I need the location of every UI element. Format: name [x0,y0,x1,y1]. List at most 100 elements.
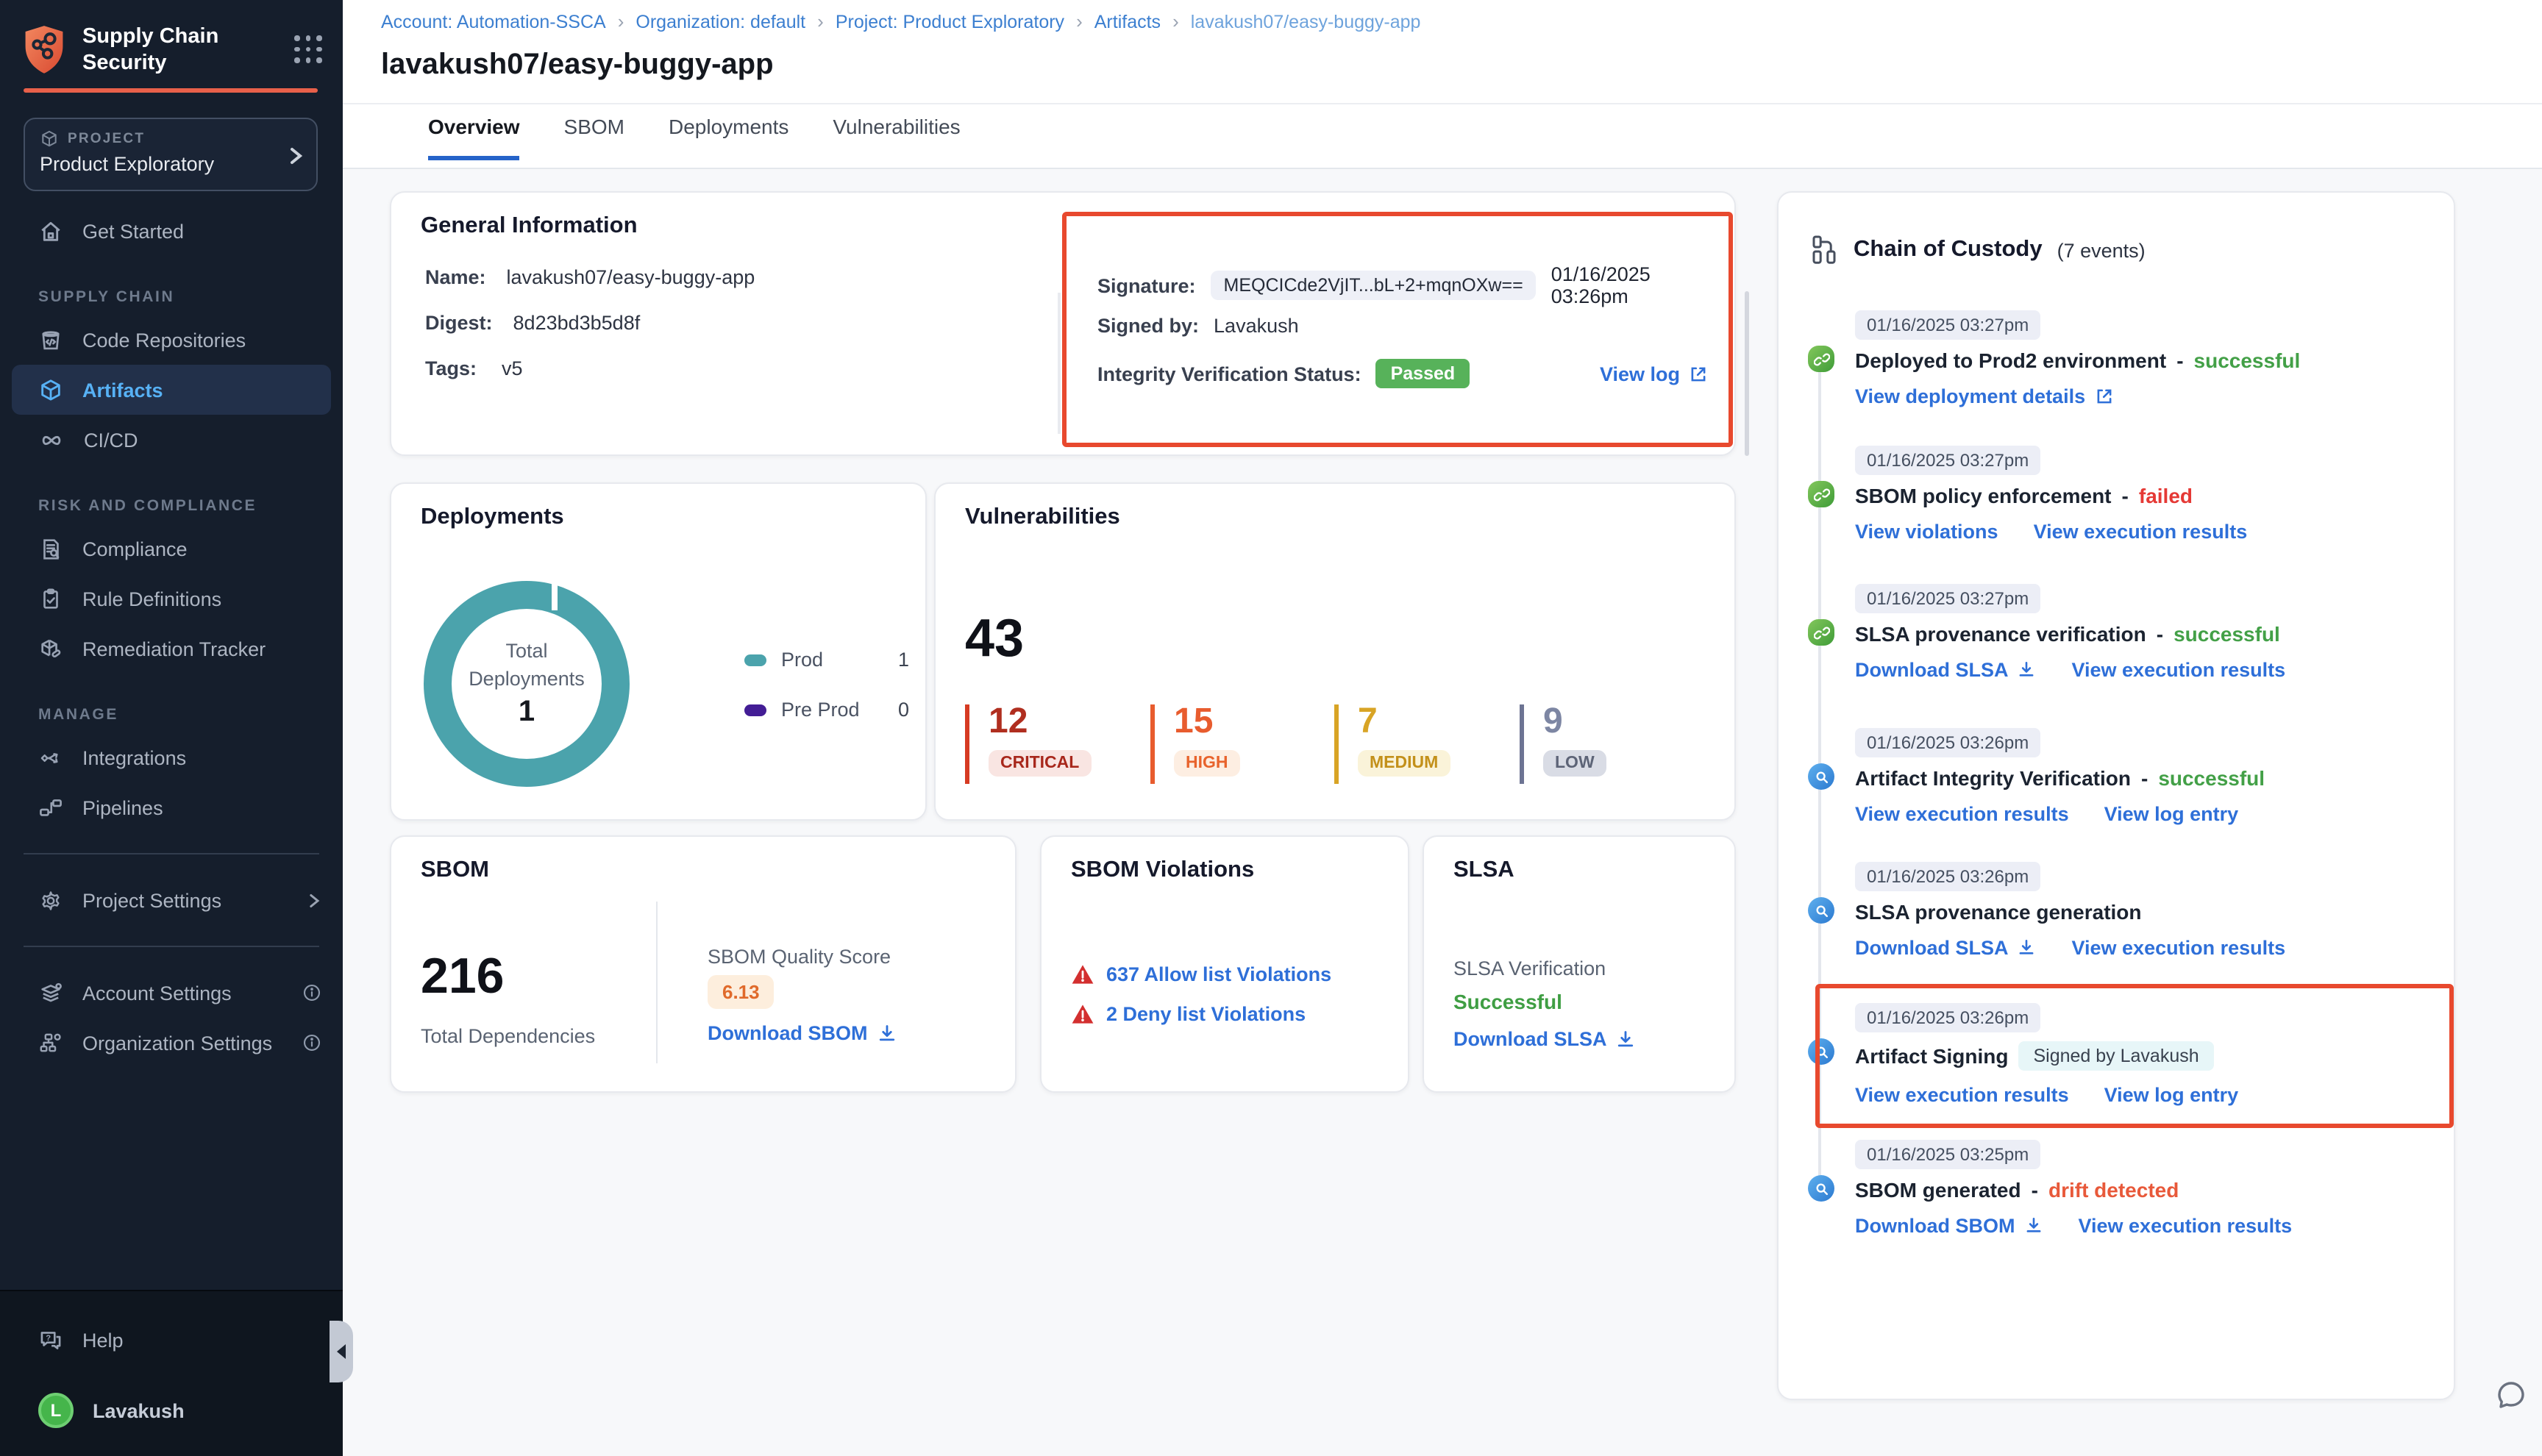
tab-sbom[interactable]: SBOM [564,115,624,160]
download-icon [877,1023,897,1043]
signature-label: Signature: [1097,274,1196,296]
sidebar-item-cicd[interactable]: CI/CD [0,415,343,465]
sidebar-item-integrations[interactable]: Integrations [0,732,343,782]
sidebar-item-label: Get Started [82,220,184,242]
view-execution-results-link[interactable]: View execution results [2072,659,2286,681]
signed-by-label: Signed by: [1097,315,1199,337]
event-status: successful [2194,349,2301,372]
clipboard-check-icon [38,586,63,611]
scrollbar-thumb[interactable] [1745,291,1749,456]
card-title: SBOM Violations [1071,857,1254,884]
download-icon [2024,1216,2043,1235]
event-timestamp: 01/16/2025 03:27pm [1855,584,2040,613]
info-icon[interactable] [302,1032,322,1053]
sidebar-item-label: Compliance [82,538,188,560]
sidebar-item-artifacts[interactable]: Artifacts [12,365,331,415]
chat-bubble-icon[interactable] [2492,1377,2530,1415]
deny-list-violations-link[interactable]: 2 Deny list Violations [1106,1003,1306,1025]
sidebar-item-label: Project Settings [82,889,221,911]
project-selector[interactable]: PROJECT Product Exploratory [24,118,318,191]
critical-count: 12 [989,704,1091,740]
breadcrumb-artifacts[interactable]: Artifacts [1094,11,1161,32]
breadcrumb-current[interactable]: lavakush07/easy-buggy-app [1191,11,1421,32]
sidebar-item-label: Pipelines [82,796,163,818]
breadcrumb-project[interactable]: Project: Product Exploratory [836,11,1064,32]
event-timestamp: 01/16/2025 03:27pm [1855,446,2040,475]
code-repository-icon [38,327,63,352]
chain-link-icon [1808,346,1834,372]
view-violations-link[interactable]: View violations [1855,521,1998,543]
download-slsa-link[interactable]: Download SLSA [1453,1028,1637,1050]
sidebar-item-code-repositories[interactable]: Code Repositories [0,315,343,365]
view-deployment-details-link[interactable]: View deployment details [1855,385,2113,407]
sidebar-item-account-settings[interactable]: Account Settings [0,968,343,1018]
sidebar-item-compliance[interactable]: Compliance [0,524,343,574]
vulnerabilities-card: Vulnerabilities 43 12 CRITICAL 15 HIGH 7… [934,482,1736,821]
sidebar-item-label: Code Repositories [82,329,246,351]
download-icon [2018,660,2037,679]
view-execution-results-link[interactable]: View execution results [1855,803,2069,825]
breadcrumb-separator: › [618,10,624,32]
sidebar-item-project-settings[interactable]: Project Settings [0,875,343,925]
sidebar-item-rule-definitions[interactable]: Rule Definitions [0,574,343,624]
view-execution-results-link[interactable]: View execution results [2072,937,2286,959]
view-execution-results-link[interactable]: View execution results [1855,1084,2069,1106]
sidebar-collapse-handle[interactable] [330,1321,353,1382]
sidebar-item-remediation-tracker[interactable]: Remediation Tracker [0,624,343,674]
custody-event-deployed-prod2: 01/16/2025 03:27pm Deployed to Prod2 env… [1855,310,2436,407]
view-execution-results-link[interactable]: View execution results [2034,521,2248,543]
view-execution-results-link[interactable]: View execution results [2079,1215,2293,1237]
card-inner-divider [656,902,658,1063]
tab-overview[interactable]: Overview [428,115,520,160]
panel-title: Chain of Custody [1854,237,2043,263]
user-menu[interactable]: L Lavakush [0,1385,343,1435]
brand-divider [24,88,318,93]
download-slsa-link[interactable]: Download SLSA [1855,937,2037,959]
download-sbom-link[interactable]: Download SBOM [1855,1215,2043,1237]
download-icon [2018,938,2037,957]
download-slsa-link[interactable]: Download SLSA [1855,659,2037,681]
event-title: SBOM generated [1855,1178,2021,1202]
sidebar-item-label: Remediation Tracker [82,638,266,660]
download-icon [1616,1029,1637,1049]
legend-value: 0 [898,699,909,721]
tab-deployments[interactable]: Deployments [669,115,788,160]
severity-high: 15 HIGH [1150,704,1240,784]
scan-search-icon [1808,763,1834,790]
view-log-entry-link[interactable]: View log entry [2104,1084,2239,1106]
allow-list-violations-link[interactable]: 637 Allow list Violations [1106,963,1331,985]
topbar: Account: Automation-SSCA › Organization:… [343,0,2542,169]
status-badge-passed: Passed [1376,359,1470,388]
breadcrumb-separator: › [817,10,824,32]
sidebar-item-label: CI/CD [84,429,138,451]
sidebar-item-label: Artifacts [82,379,163,401]
sidebar-item-label: Integrations [82,746,186,768]
event-timestamp: 01/16/2025 03:26pm [1855,1003,2040,1032]
sidebar-bottom: ? Help L Lavakush [0,1290,343,1456]
sidebar-item-help[interactable]: ? Help [0,1315,343,1365]
sidebar-item-label: Rule Definitions [82,588,221,610]
artifacts-cube-icon [38,377,63,402]
nav-section-manage: MANAGE [0,706,343,724]
view-log-entry-link[interactable]: View log entry [2104,803,2239,825]
event-title: Artifact Integrity Verification [1855,766,2131,790]
infinity-icon [38,427,65,452]
nav-section-supply-chain: SUPPLY CHAIN [0,288,343,306]
tab-vulnerabilities[interactable]: Vulnerabilities [833,115,960,160]
brand-title: Supply Chain Security [82,24,218,77]
scan-search-icon [1808,1175,1834,1202]
view-log-link[interactable]: View log [1600,363,1708,385]
download-sbom-link[interactable]: Download SBOM [708,1022,897,1044]
info-icon[interactable] [302,982,322,1003]
custody-event-slsa-generation: 01/16/2025 03:26pm SLSA provenance gener… [1855,862,2436,959]
breadcrumb-account[interactable]: Account: Automation-SSCA [381,11,606,32]
sidebar-item-get-started[interactable]: Get Started [0,206,343,256]
sidebar-item-pipelines[interactable]: Pipelines [0,782,343,832]
sidebar-item-organization-settings[interactable]: Organization Settings [0,1018,343,1068]
event-title: SBOM policy enforcement [1855,484,2112,507]
app-grid-icon[interactable] [294,35,324,65]
gear-icon [38,888,63,913]
pipelines-icon [38,795,63,820]
breadcrumb-organization[interactable]: Organization: default [636,11,805,32]
status-separator: - [2122,484,2129,507]
